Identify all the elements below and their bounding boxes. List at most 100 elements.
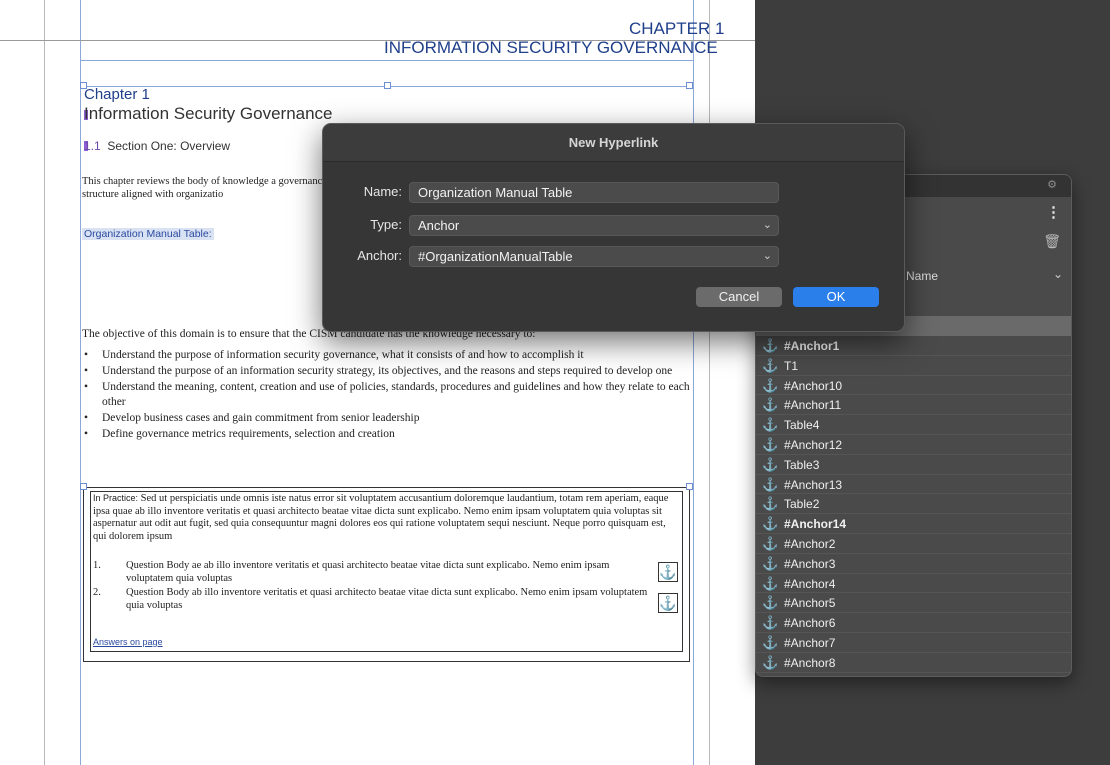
running-head-chapter: CHAPTER 1 [629,19,725,38]
anchor-icon: ⚓ [762,535,779,551]
objectives-list: Understand the purpose of information se… [82,348,694,443]
anchor-list-item[interactable]: ⚓ Table2 [756,494,1071,515]
anchor-list-label: #Anchor10 [784,378,843,393]
anchor-list-label: #Anchor1 [784,339,840,353]
anchor-icon: ⚓ [762,654,779,670]
anchor-list-label: #Anchor13 [784,477,843,492]
sort-select-label[interactable]: Name [906,269,938,283]
frame-handle-tr[interactable] [686,483,693,490]
anchor-icon: ⚓ [762,595,779,611]
anchor-icon[interactable]: ⚓ [658,593,678,613]
anchor-list-label: #Anchor5 [784,596,836,611]
anchor-list-item[interactable]: ⚓ T1 [756,356,1071,376]
anchor-list-item[interactable]: ⚓ Table4 [756,415,1071,435]
frame-handle-tr[interactable] [686,82,693,89]
anchor-icon: ⚓ [762,436,779,452]
list-item: Define governance metrics requirements, … [82,427,694,441]
question-item: 1. Question Body ae ab illo inventore ve… [93,560,679,585]
anchor-label: Anchor: [357,248,402,263]
anchor-icon: ⚓ [762,397,779,413]
anchor-icon: ⚓ [762,615,779,631]
anchor-list-item[interactable]: ⚓ #Anchor7 [756,633,1071,653]
anchor-list-item[interactable]: ⚓ #Anchor11 [756,395,1071,416]
trash-icon[interactable]: 🗑 [1043,233,1061,250]
dialog-titlebar[interactable]: New Hyperlink [323,124,904,162]
anchor-list-item[interactable]: ⚓ #Anchor5 [756,593,1071,614]
chevron-down-icon[interactable]: ⌄ [1053,267,1063,281]
anchor-icon: ⚓ [762,634,779,650]
type-select[interactable]: Anchor ⌄ [409,215,779,236]
anchor-list-item[interactable]: ⚓ #Anchor2 [756,534,1071,554]
anchor-list-item[interactable]: ⚓ Table3 [756,455,1071,475]
anchor-icon[interactable]: ⚓ [658,562,678,582]
anchor-list-item[interactable]: ⚓ #Anchor6 [756,613,1071,633]
anchor-list-item[interactable]: ⚓ #Anchor13 [756,475,1071,495]
chevron-down-icon: ⌄ [762,250,772,262]
anchor-icon: ⚓ [762,476,779,492]
anchor-list-label: #Anchor7 [784,635,836,650]
anchor-list-label: #Anchor3 [784,556,836,571]
name-label: Name: [363,184,402,199]
anchor-list-item[interactable]: ⚓ #Anchor14 [756,514,1071,534]
section-number: 1.1 [84,139,101,153]
anchor-list-label: Table2 [784,497,820,512]
new-hyperlink-dialog: New Hyperlink Name: Organization Manual … [322,123,905,332]
chapter-title: Information Security Governance [84,104,333,123]
section-heading: 1.1 Section One: Overview [84,139,230,153]
anchor-list-label: #Anchor8 [784,655,836,670]
frame-handle-tl[interactable] [80,483,87,490]
anchor-icon: ⚓ [762,338,779,353]
page-edge-left [44,0,45,765]
intro-paragraph: This chapter reviews the body of knowled… [82,176,327,200]
hyperlink-selected-text[interactable]: Organization Manual Table: [82,228,214,240]
question-number: 1. [93,560,101,571]
dialog-title: New Hyperlink [568,135,659,150]
running-head-title: INFORMATION SECURITY GOVERNANCE [384,38,718,57]
type-select-value: Anchor [418,218,460,233]
anchor-icon: ⚓ [762,357,779,373]
anchor-select[interactable]: #OrganizationManualTable ⌄ [409,246,779,267]
anchor-icon: ⚓ [762,496,779,512]
question-number: 2. [93,587,101,599]
anchor-list-label: #Anchor12 [784,437,843,452]
practice-body: Sed ut perspiciatis unde omnis iste natu… [93,493,669,542]
anchor-list-item[interactable]: ⚓ #Anchor4 [756,574,1071,594]
chapter-label: Chapter 1 [84,86,150,103]
anchor-list-label: Table4 [784,418,820,433]
ok-button[interactable]: OK [793,287,879,307]
question-item: 2. Question Body ab illo inventore verit… [93,587,679,612]
margin-guide-left [80,0,81,765]
anchor-list-label: T1 [784,358,799,373]
anchor-list-label: #Anchor2 [784,536,836,551]
list-item: Understand the purpose of an information… [82,364,694,378]
list-item: Understand the purpose of information se… [82,348,694,362]
cancel-button[interactable]: Cancel [696,287,782,307]
anchor-icon: ⚓ [762,377,779,393]
question-list: 1. Question Body ae ab illo inventore ve… [93,560,679,614]
anchor-list-item[interactable]: ⚓ #Anchor1 [756,336,1071,356]
anchor-list-item[interactable]: ⚓ #Anchor12 [756,435,1071,455]
anchor-list-item[interactable]: ⚓ #Anchor8 [756,653,1071,673]
gear-icon[interactable]: ⚙ [1047,178,1057,191]
anchor-list-label: #Anchor4 [784,576,836,591]
anchor-list-item[interactable]: ⚓ #Anchor3 [756,554,1071,574]
question-text: Question Body ab illo inventore veritati… [126,587,648,611]
anchor-list-label: Table3 [784,457,820,472]
anchor-icon: ⚓ [762,417,779,433]
list-item: Understand the meaning, content, creatio… [82,380,694,408]
answers-link[interactable]: Answers on page [93,637,163,647]
anchor-icon: ⚓ [762,516,779,532]
anchor-list-item[interactable]: ⚓ #Anchor10 [756,376,1071,396]
more-menu-icon[interactable]: ⋮ [1046,203,1061,221]
frame-handle-tc[interactable] [384,82,391,89]
anchor-list-label: #Anchor6 [784,616,836,631]
name-field[interactable]: Organization Manual Table [409,182,779,203]
anchor-list-label: #Anchor11 [784,398,842,413]
anchor-icon: ⚓ [762,555,779,571]
document-canvas[interactable]: CHAPTER 1 INFORMATION SECURITY GOVERNANC… [0,0,760,765]
question-text: Question Body ae ab illo inventore verit… [126,560,610,584]
anchor-list-label: #Anchor14 [784,517,847,532]
chevron-down-icon: ⌄ [762,219,772,231]
header-guide [80,60,693,61]
name-field-value: Organization Manual Table [418,185,573,200]
